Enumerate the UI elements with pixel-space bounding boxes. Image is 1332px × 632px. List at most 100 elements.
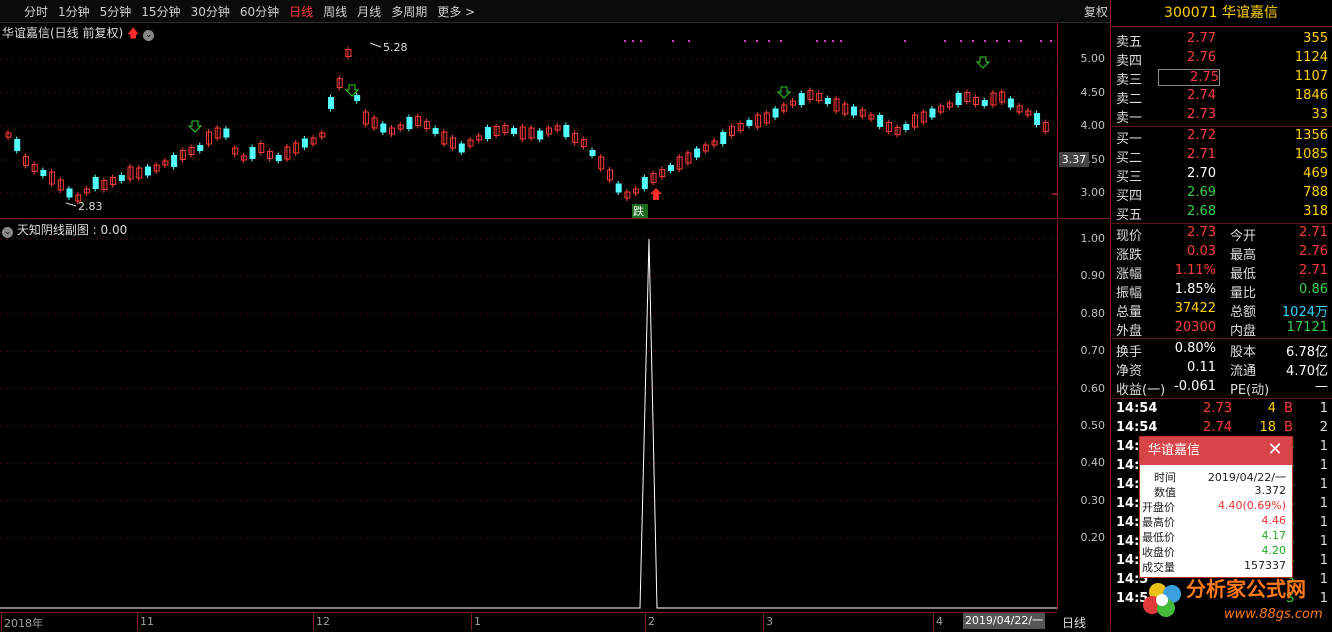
tool-button-0[interactable]: 复权 — [1084, 3, 1108, 20]
signal-dot — [972, 40, 974, 42]
tab-2[interactable]: 5分钟 — [100, 3, 132, 20]
row-label: 买三 — [1116, 170, 1143, 185]
pane-divider — [0, 218, 1110, 219]
tab-1[interactable]: 1分钟 — [58, 3, 90, 20]
stat-label: 涨幅 — [1116, 267, 1143, 282]
popup-title: 华谊嘉信 — [1148, 443, 1201, 458]
tab-10[interactable]: 更多 > — [437, 3, 475, 20]
y-tick-label: 4.50 — [1080, 86, 1106, 99]
up-arrow-icon — [650, 188, 662, 200]
stat-row: 外盘 20300 内盘 17121 — [1116, 319, 1328, 339]
stat-value: 2.71 — [1299, 225, 1328, 240]
candle — [40, 170, 47, 176]
tick-count: 2 — [1319, 420, 1328, 435]
row-value: 2.72 — [1187, 128, 1216, 143]
stat-row: 总量 37422 总额 1024万 — [1116, 300, 1328, 320]
stat-row: 净资 0.11 流通 4.70亿 — [1116, 359, 1328, 379]
signal-dot — [984, 40, 986, 42]
row-label: 买一 — [1116, 132, 1143, 147]
bid-row: 买四 2.69 788 — [1116, 184, 1328, 204]
signal-dot — [960, 40, 962, 42]
tab-3[interactable]: 15分钟 — [141, 3, 180, 20]
candle — [798, 93, 805, 105]
stat-value: 1.85% — [1174, 282, 1216, 297]
row-volume: 318 — [1303, 204, 1328, 219]
stat-label: 量比 — [1230, 286, 1257, 301]
watermark-logo: 分析家公式网 www.88gs.com — [1143, 577, 1323, 622]
candle — [328, 97, 335, 109]
tick-price: 2.74 — [1203, 420, 1232, 435]
tick-count: 1 — [1319, 496, 1328, 511]
stat-value: -0.061 — [1174, 379, 1216, 394]
signal-dot — [1020, 40, 1022, 42]
candle — [406, 117, 413, 129]
sub-y-axis: 1.00 0.90 0.80 0.70 0.60 0.50 0.40 0.30 0.20 — [1057, 220, 1111, 610]
stat-value: 20300 — [1174, 320, 1216, 335]
tab-8[interactable]: 月线 — [357, 3, 381, 20]
stat-row: 换手 0.80% 股本 6.78亿 — [1116, 340, 1328, 360]
signal-dot — [744, 40, 746, 42]
stat-label: 最高 — [1230, 248, 1257, 263]
tick-count: 1 — [1319, 553, 1328, 568]
popup-row-value: 2019/04/22/一 — [1207, 471, 1286, 484]
popup-row-label: 收盘价 — [1142, 546, 1175, 559]
tick-volume: 4 — [1267, 401, 1276, 416]
divider — [1110, 398, 1332, 399]
y-tick-label: 3.00 — [1080, 186, 1106, 199]
tab-4[interactable]: 30分钟 — [191, 3, 230, 20]
row-value: 2.70 — [1187, 166, 1216, 181]
tab-5[interactable]: 60分钟 — [240, 3, 279, 20]
stat-value: 17121 — [1286, 320, 1328, 335]
y-tick-label: 0.20 — [1080, 531, 1106, 545]
candle — [275, 155, 282, 161]
candle — [772, 108, 779, 118]
tick-time: 14:54 — [1116, 420, 1158, 435]
signal-dot — [832, 40, 834, 42]
kline-chart[interactable]: 5.28 2.83 跌 — [0, 23, 1057, 218]
signal-dot — [672, 40, 674, 42]
low-price-label: 2.83 — [78, 200, 103, 213]
low-pointer — [65, 202, 77, 207]
candle — [171, 155, 178, 167]
stat-label: 外盘 — [1116, 324, 1143, 339]
tab-6[interactable]: 日线 — [289, 3, 313, 20]
tick-count: 1 — [1319, 458, 1328, 473]
row-label: 卖三 — [1116, 73, 1143, 88]
x-tick-label: 12 — [316, 615, 330, 628]
row-value: 2.74 — [1187, 88, 1216, 103]
y-tick-label: 5.00 — [1080, 52, 1106, 65]
candle — [694, 148, 701, 158]
tick-count: 1 — [1319, 439, 1328, 454]
tab-7[interactable]: 周线 — [323, 3, 347, 20]
stat-row: 收益(一) -0.061 PE(动) — — [1116, 378, 1328, 398]
candle — [955, 93, 962, 105]
tab-0[interactable]: 分时 — [24, 3, 48, 20]
stat-value: 1024万 — [1281, 305, 1328, 320]
stat-row: 涨跌 0.03 最高 2.76 — [1116, 243, 1328, 263]
ask-row: 卖三 2.75 1107 — [1116, 68, 1328, 88]
indicator-chart[interactable] — [0, 220, 1057, 610]
period-label[interactable]: 日线 — [1062, 614, 1086, 631]
signal-dot — [632, 40, 634, 42]
stock-header: 300071 华谊嘉信 — [1110, 0, 1332, 27]
x-tick-label: 4 — [936, 615, 943, 628]
period-tabs: 分时 1分钟 5分钟 15分钟 30分钟 60分钟 日线 周线 月线 多周期 更多 > — [24, 0, 485, 22]
stat-label: 现价 — [1116, 229, 1143, 244]
candle — [1007, 98, 1014, 108]
popup-row-value: 4.46 — [1261, 514, 1287, 527]
row-volume: 469 — [1303, 166, 1328, 181]
candle — [197, 145, 204, 151]
candle — [249, 147, 256, 159]
candle — [641, 177, 648, 189]
y-tick-label: 0.60 — [1080, 381, 1106, 395]
close-icon[interactable]: ✕ — [1266, 441, 1284, 459]
stat-label: 流通 — [1230, 364, 1257, 379]
tab-9[interactable]: 多周期 — [391, 3, 427, 20]
candle — [615, 183, 622, 193]
x-tick-mark — [471, 613, 472, 631]
row-volume: 355 — [1303, 31, 1328, 46]
stat-value: 0.80% — [1174, 341, 1216, 356]
row-value: 2.76 — [1187, 50, 1216, 65]
candle — [380, 123, 387, 133]
row-label: 卖二 — [1116, 92, 1143, 107]
